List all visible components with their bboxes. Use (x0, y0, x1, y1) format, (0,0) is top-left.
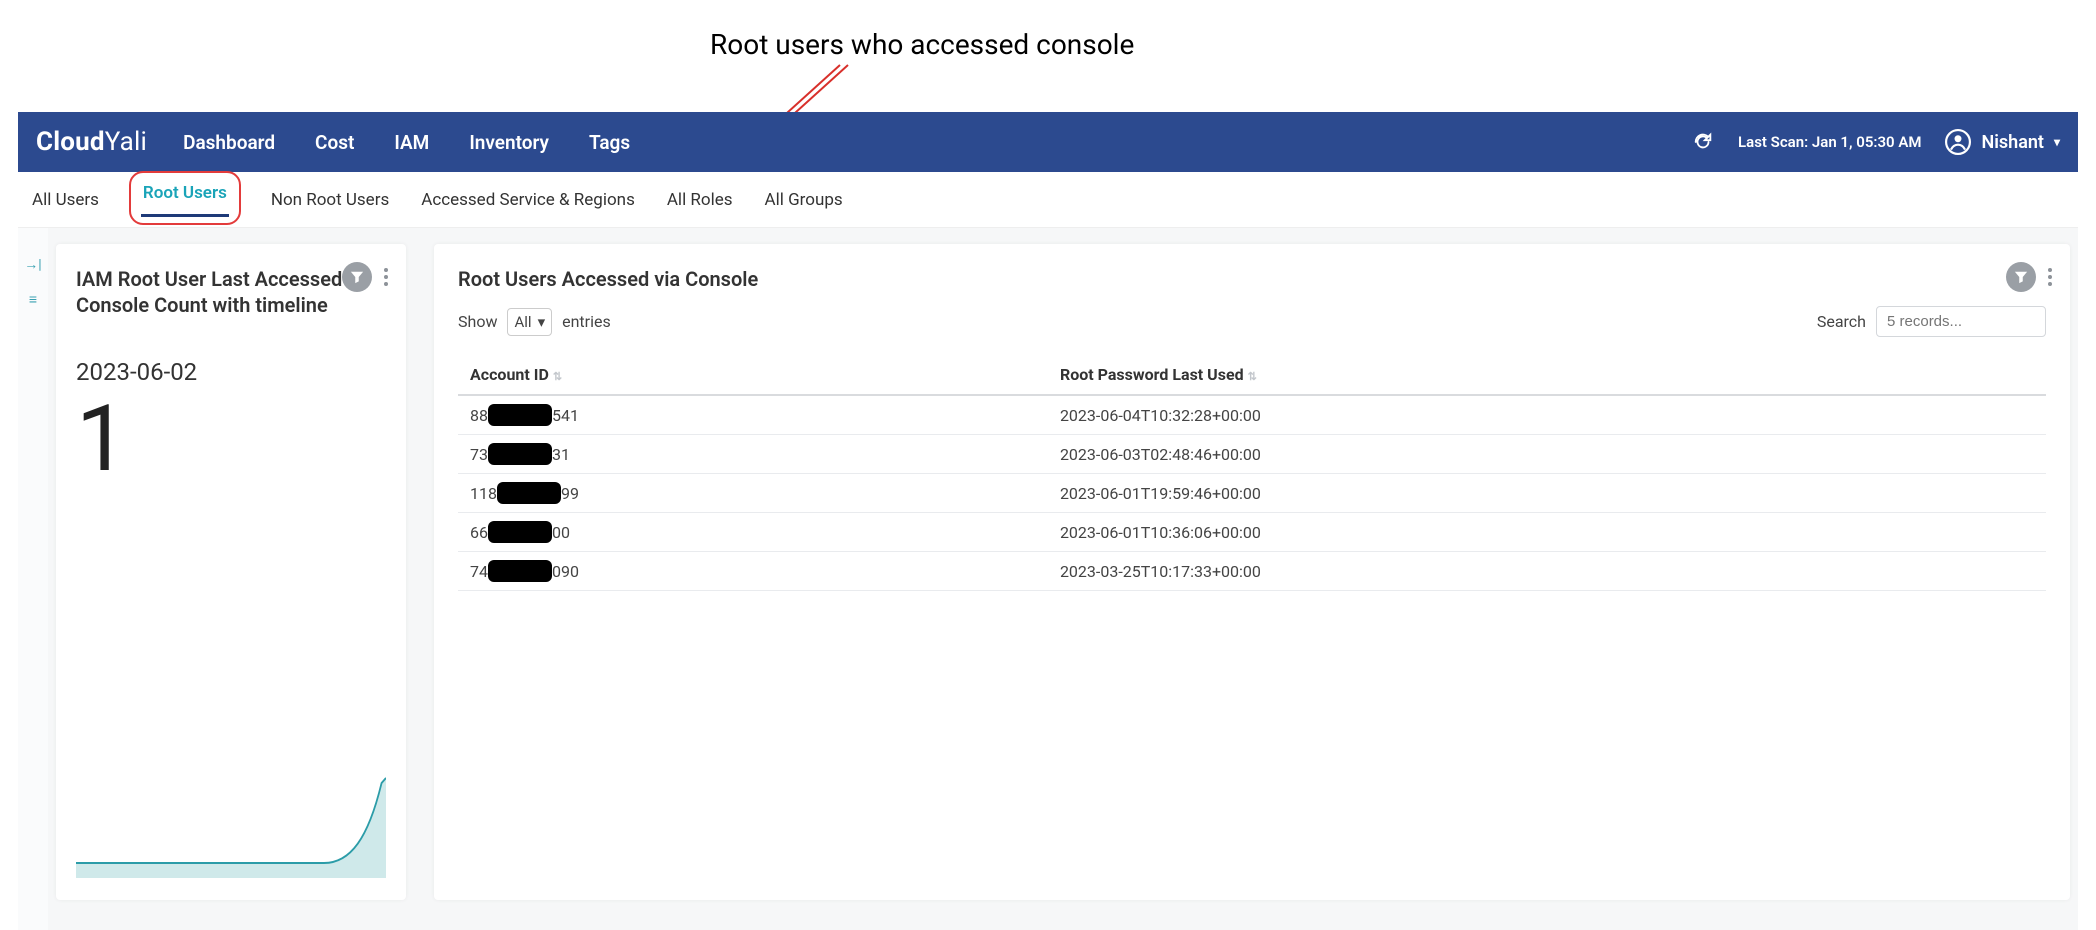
table-row[interactable]: 73312023-06-03T02:48:46+00:00 (458, 435, 2046, 474)
cell-last-used: 2023-06-03T02:48:46+00:00 (1048, 435, 2046, 474)
kpi-value: 1 (76, 394, 386, 486)
col-account-id-label: Account ID (470, 365, 549, 384)
chevron-down-icon: ▾ (538, 313, 546, 331)
redacted-block (488, 560, 552, 582)
col-root-password-last-used[interactable]: Root Password Last Used ⇅ (1048, 355, 2046, 395)
tab-accessed-service-regions[interactable]: Accessed Service & Regions (419, 184, 637, 216)
table-row[interactable]: 885412023-06-04T10:32:28+00:00 (458, 395, 2046, 435)
search-label: Search (1817, 312, 1866, 331)
table-row[interactable]: 66002023-06-01T10:36:06+00:00 (458, 513, 2046, 552)
root-users-table: Account ID ⇅ Root Password Last Used ⇅ 885… (458, 355, 2046, 591)
card-root-users-console: Root Users Accessed via Console Show All… (434, 244, 2070, 900)
nav-tags[interactable]: Tags (589, 131, 630, 154)
redacted-block (488, 521, 552, 543)
show-label: Show (458, 312, 497, 331)
cell-last-used: 2023-06-01T10:36:06+00:00 (1048, 513, 2046, 552)
cell-last-used: 2023-06-04T10:32:28+00:00 (1048, 395, 2046, 435)
show-entries-value: All (514, 313, 531, 331)
refresh-icon[interactable] (1692, 131, 1714, 153)
filter-icon (2014, 270, 2028, 284)
card-title: IAM Root User Last Accessed Console Coun… (76, 266, 386, 318)
user-name: Nishant (1981, 132, 2043, 153)
annotation-top: Root users who accessed console (710, 28, 1134, 61)
redacted-block (488, 443, 552, 465)
annotation-circle: Root Users (129, 171, 241, 225)
page-body: →| ≡ IAM Root User Last Accessed Console… (18, 228, 2078, 930)
table-row[interactable]: 740902023-03-25T10:17:33+00:00 (458, 552, 2046, 591)
nav-dashboard[interactable]: Dashboard (183, 131, 275, 154)
brand-part1: Cloud (36, 127, 105, 157)
redacted-block (497, 482, 561, 504)
brand-logo[interactable]: CloudYali (36, 127, 147, 157)
cell-account-id: 88541 (458, 395, 1048, 435)
card-filter-button[interactable] (342, 262, 372, 292)
search-input[interactable] (1876, 306, 2046, 337)
user-menu[interactable]: Nishant ▾ (1945, 129, 2060, 155)
entries-label: entries (562, 312, 611, 331)
redacted-block (488, 404, 552, 426)
rail-filter-icon[interactable]: ≡ (29, 291, 37, 308)
last-scan-label: Last Scan: Jan 1, 05:30 AM (1738, 133, 1921, 151)
card-title: Root Users Accessed via Console (458, 266, 2046, 292)
tab-root-users[interactable]: Root Users (141, 177, 229, 209)
tab-non-root-users[interactable]: Non Root Users (269, 184, 391, 216)
cell-account-id: 6600 (458, 513, 1048, 552)
col-lastused-label: Root Password Last Used (1060, 365, 1244, 384)
cell-account-id: 11899 (458, 474, 1048, 513)
top-nav: CloudYali Dashboard Cost IAM Inventory T… (18, 112, 2078, 172)
cell-account-id: 7331 (458, 435, 1048, 474)
tab-all-roles[interactable]: All Roles (665, 184, 735, 216)
cell-last-used: 2023-06-01T19:59:46+00:00 (1048, 474, 2046, 513)
nav-iam[interactable]: IAM (394, 131, 429, 154)
sort-icon: ⇅ (553, 370, 562, 383)
caret-down-icon: ▾ (2054, 135, 2060, 149)
tab-all-groups[interactable]: All Groups (763, 184, 845, 216)
card-more-button[interactable] (380, 264, 392, 290)
card-more-button[interactable] (2044, 264, 2056, 290)
rail-collapse-icon[interactable]: →| (24, 256, 41, 273)
card-root-user-timeline: IAM Root User Last Accessed Console Coun… (56, 244, 406, 900)
sparkline-chart (76, 768, 386, 878)
nav-cost[interactable]: Cost (315, 131, 354, 154)
nav-inventory[interactable]: Inventory (469, 131, 549, 154)
filter-icon (350, 270, 364, 284)
sub-tabs: All Users Root Users Non Root Users Acce… (18, 172, 2078, 228)
tab-all-users[interactable]: All Users (30, 184, 101, 216)
show-entries-select[interactable]: All ▾ (507, 308, 552, 336)
avatar-icon (1945, 129, 1971, 155)
left-rail: →| ≡ (18, 228, 48, 930)
cell-last-used: 2023-03-25T10:17:33+00:00 (1048, 552, 2046, 591)
kpi-date: 2023-06-02 (76, 358, 386, 386)
col-account-id[interactable]: Account ID ⇅ (458, 355, 1048, 395)
table-row[interactable]: 118992023-06-01T19:59:46+00:00 (458, 474, 2046, 513)
sort-icon: ⇅ (1248, 370, 1257, 383)
card-filter-button[interactable] (2006, 262, 2036, 292)
brand-part2: Yali (105, 127, 147, 157)
cell-account-id: 74090 (458, 552, 1048, 591)
